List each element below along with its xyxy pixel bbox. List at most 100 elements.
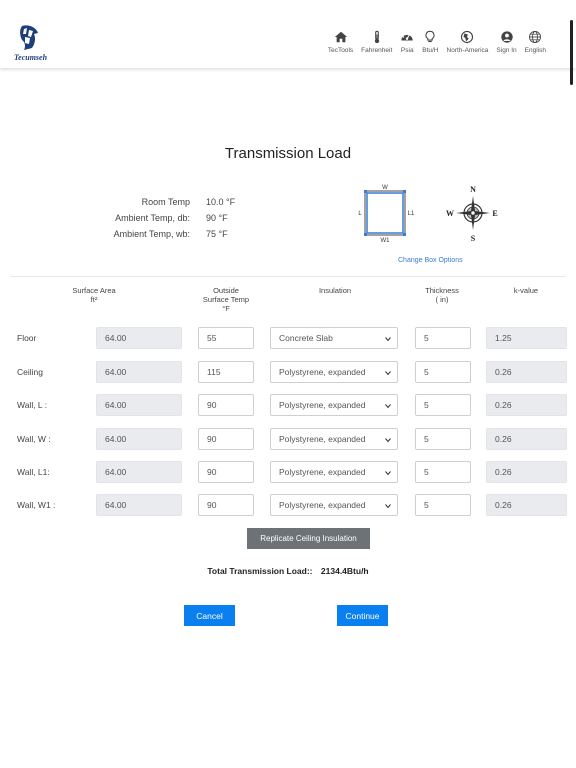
- chevron-down-icon: [385, 438, 391, 443]
- thickness-input[interactable]: 5: [415, 394, 471, 416]
- box-label-bottom: W1: [381, 238, 391, 244]
- chevron-down-icon: [385, 337, 391, 342]
- nav-region[interactable]: North-America: [443, 30, 493, 54]
- box-diagram: W W1 L L1: [358, 185, 415, 244]
- nav-sign-in[interactable]: Sign In: [492, 30, 520, 54]
- surface-area-field: 64.00: [96, 428, 182, 450]
- nav-btuh[interactable]: Btu/H: [418, 30, 442, 54]
- chevron-down-icon: [385, 371, 391, 376]
- home-icon: [334, 31, 347, 43]
- outside-temp-input[interactable]: 90: [198, 394, 254, 416]
- surface-area-field: 64.00: [96, 494, 182, 516]
- row-label: Floor: [17, 333, 37, 343]
- insulation-value: Polystyrene, expanded: [279, 367, 366, 377]
- box-label-top: W: [382, 185, 388, 191]
- compass-s: S: [471, 234, 476, 242]
- header-text: Outside: [213, 286, 239, 295]
- temp-label: Room Temp: [141, 197, 190, 207]
- insulation-value: Concrete Slab: [279, 333, 333, 343]
- kvalue-field: 0.26: [486, 461, 567, 483]
- kvalue-field: 0.26: [486, 361, 567, 383]
- temp-row-ambient-wb: Ambient Temp, wb: 75 °F: [0, 229, 266, 239]
- temp-row-ambient-db: Ambient Temp, db: 90 °F: [0, 213, 266, 223]
- box-label-right: L1: [408, 211, 415, 217]
- outside-temp-input[interactable]: 55: [198, 327, 254, 349]
- row-label: Wall, W1 :: [17, 500, 56, 510]
- header-unit: °F: [222, 304, 230, 313]
- nav-label: Psia: [400, 47, 414, 54]
- outside-temp-input[interactable]: 90: [198, 461, 254, 483]
- surface-area-field: 64.00: [96, 361, 182, 383]
- insulation-select[interactable]: Polystyrene, expanded: [270, 461, 398, 483]
- header-text: Surface Area: [72, 286, 116, 295]
- insulation-value: Polystyrene, expanded: [279, 434, 366, 444]
- outside-temp-input[interactable]: 90: [198, 428, 254, 450]
- thickness-input[interactable]: 5: [415, 428, 471, 450]
- insulation-select[interactable]: Polystyrene, expanded: [270, 494, 398, 516]
- insulation-value: Polystyrene, expanded: [279, 400, 366, 410]
- total-value: 2134.4Btu/h: [320, 566, 369, 576]
- header-kvalue: k-value: [494, 286, 558, 295]
- outside-temp-input[interactable]: 90: [198, 494, 254, 516]
- lightbulb-icon: [425, 30, 435, 43]
- insulation-select[interactable]: Polystyrene, expanded: [270, 394, 398, 416]
- brand-name: Tecumseh: [14, 53, 48, 62]
- nav-label: Btu/H: [422, 47, 439, 54]
- nav-tectools[interactable]: TecTools: [324, 30, 357, 54]
- nav-psia[interactable]: Psia: [396, 30, 418, 54]
- app-header: Tecumseh TecTools Fahrenheit Psia Btu/H …: [0, 0, 576, 68]
- user-icon: [500, 31, 513, 43]
- temp-label: Ambient Temp, db:: [115, 213, 190, 223]
- nav-label: North-America: [446, 47, 489, 54]
- thickness-input[interactable]: 5: [415, 327, 471, 349]
- insulation-select[interactable]: Polystyrene, expanded: [270, 361, 398, 383]
- nav-label: English: [524, 47, 546, 54]
- chevron-down-icon: [385, 504, 391, 509]
- nav-language[interactable]: English: [521, 30, 550, 54]
- language-globe-icon: [529, 31, 542, 43]
- nav-label: Sign In: [496, 47, 517, 54]
- header-unit: ft²: [90, 295, 98, 304]
- nav-label: Fahrenheit: [361, 47, 393, 54]
- compass-w: W: [446, 209, 454, 218]
- globe-region-icon: [461, 30, 474, 44]
- header-text: Surface Temp: [202, 295, 250, 304]
- chevron-down-icon: [385, 471, 391, 476]
- row-label: Wall, L1:: [17, 467, 50, 477]
- insulation-value: Polystyrene, expanded: [279, 467, 366, 477]
- thickness-input[interactable]: 5: [415, 361, 471, 383]
- header-text: k-value: [513, 286, 539, 295]
- nav-fahrenheit[interactable]: Fahrenheit: [357, 30, 396, 54]
- row-label: Wall, W :: [17, 434, 51, 444]
- compass-e: E: [492, 209, 497, 218]
- temp-value: 10.0 °F: [206, 197, 236, 207]
- thickness-input[interactable]: 5: [415, 461, 471, 483]
- replicate-ceiling-insulation-button[interactable]: Replicate Ceiling Insulation: [247, 528, 370, 549]
- section-divider: [10, 276, 566, 277]
- kvalue-field: 0.26: [486, 428, 567, 450]
- thermometer-icon: [374, 30, 379, 44]
- compass-icon: N S W E: [446, 185, 498, 242]
- header-insulation: Insulation: [300, 286, 370, 295]
- box-label-left: L: [358, 211, 362, 217]
- thickness-input[interactable]: 5: [415, 494, 471, 516]
- insulation-select[interactable]: Polystyrene, expanded: [270, 428, 398, 450]
- gauge-icon: [401, 33, 413, 41]
- change-box-options-link[interactable]: Change Box Options: [398, 257, 463, 264]
- outside-temp-input[interactable]: 115: [198, 361, 254, 383]
- header-surface-area: Surface Area ft²: [62, 286, 126, 304]
- compass-n: N: [470, 185, 476, 194]
- kvalue-field: 0.26: [486, 394, 567, 416]
- temp-value: 75 °F: [206, 229, 228, 239]
- page-scrollbar[interactable]: [570, 20, 573, 85]
- surface-area-field: 64.00: [96, 327, 182, 349]
- logo-icon: [20, 25, 38, 50]
- header-outside-temp: Outside Surface Temp °F: [192, 286, 260, 313]
- continue-button[interactable]: Continue: [337, 605, 388, 626]
- surface-area-field: 64.00: [96, 461, 182, 483]
- total-transmission-load: Total Transmission Load:: 2134.4Btu/h: [0, 566, 576, 576]
- insulation-select[interactable]: Concrete Slab: [270, 327, 398, 349]
- chevron-down-icon: [385, 404, 391, 409]
- temp-row-room: Room Temp 10.0 °F: [0, 197, 266, 207]
- cancel-button[interactable]: Cancel: [184, 605, 235, 626]
